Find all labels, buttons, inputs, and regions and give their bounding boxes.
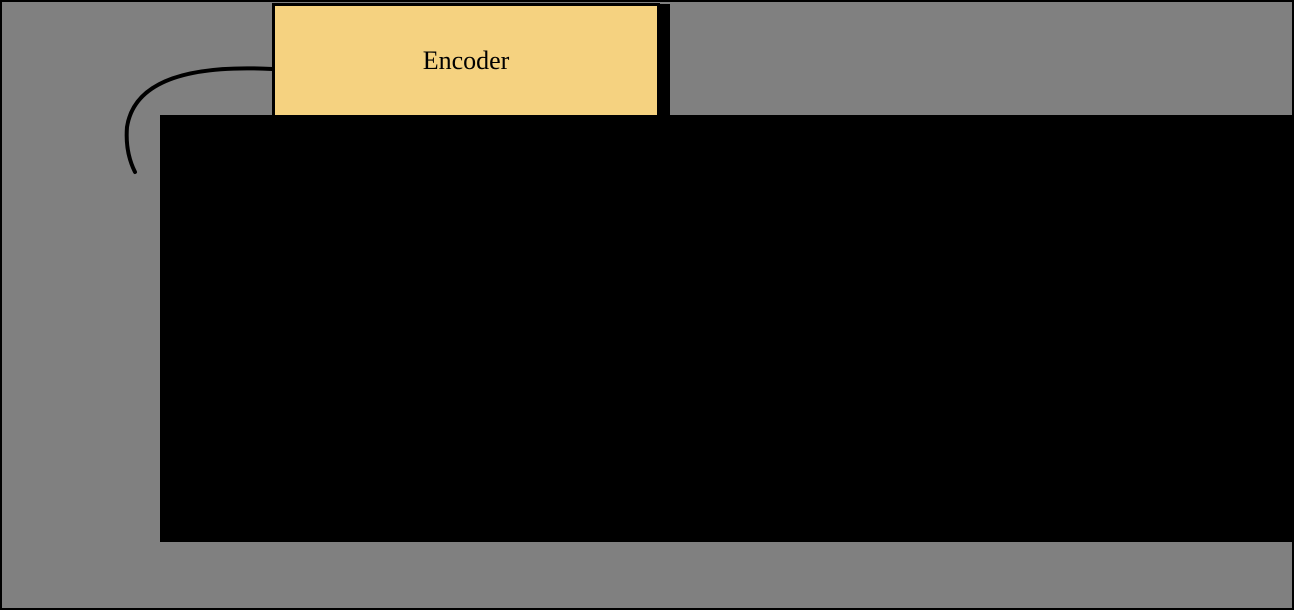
encoder-box: Encoder <box>272 3 660 118</box>
inner-black-box <box>160 115 1294 542</box>
encoder-label: Encoder <box>423 46 510 76</box>
diagram-container: Encoder <box>0 0 1294 610</box>
